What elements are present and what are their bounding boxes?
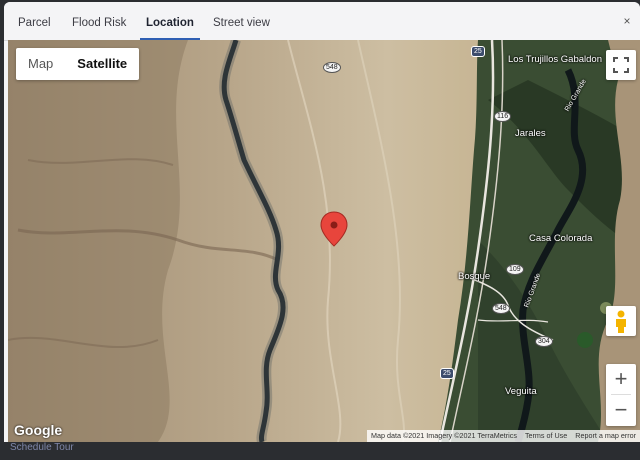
tab-bar: Parcel Flood Risk Location Street view × (4, 2, 640, 41)
map-attribution: Map data ©2021 Imagery ©2021 TerraMetric… (367, 430, 640, 442)
fullscreen-button[interactable] (606, 50, 636, 80)
map-type-control: Map Satellite (16, 48, 140, 80)
place-label: Jarales (515, 128, 546, 139)
map-type-map-button[interactable]: Map (16, 48, 65, 80)
interstate-shield: 25 (471, 46, 485, 57)
pegman-icon (616, 310, 626, 333)
zoom-control: + − (606, 364, 636, 426)
report-error-link[interactable]: Report a map error (571, 430, 640, 442)
zoom-in-button[interactable]: + (606, 364, 636, 394)
place-label: Casa Colorada (529, 233, 593, 244)
schedule-tour-link[interactable]: Schedule Tour (10, 442, 74, 453)
highway-shield: 116 (494, 111, 512, 122)
google-logo: Google (14, 422, 63, 438)
highway-shield: 548 (323, 62, 341, 73)
street-view-pegman-button[interactable] (606, 306, 636, 336)
place-label: Los Trujillos Gabaldon (508, 54, 602, 65)
highway-shield: 304 (535, 336, 553, 347)
satellite-map[interactable]: Map Satellite Los Trujillos Gabaldon Rio… (8, 40, 640, 442)
terms-link[interactable]: Terms of Use (521, 430, 571, 442)
property-modal: Parcel Flood Risk Location Street view × (4, 2, 640, 442)
tab-flood-risk[interactable]: Flood Risk (72, 2, 126, 40)
tab-street-view[interactable]: Street view (213, 2, 270, 40)
zoom-out-button[interactable]: − (606, 395, 636, 425)
place-label: Veguita (505, 386, 537, 397)
map-type-satellite-button[interactable]: Satellite (65, 48, 139, 80)
interstate-shield: 25 (440, 368, 454, 379)
fullscreen-icon (613, 57, 629, 73)
attribution-text: Map data ©2021 Imagery ©2021 TerraMetric… (371, 431, 517, 440)
place-label: Bosque (458, 271, 491, 282)
tab-location[interactable]: Location (140, 2, 200, 40)
tab-parcel[interactable]: Parcel (18, 2, 51, 40)
highway-shield: 548 (492, 303, 510, 314)
highway-shield: 109 (506, 264, 524, 275)
close-icon[interactable]: × (620, 14, 634, 28)
